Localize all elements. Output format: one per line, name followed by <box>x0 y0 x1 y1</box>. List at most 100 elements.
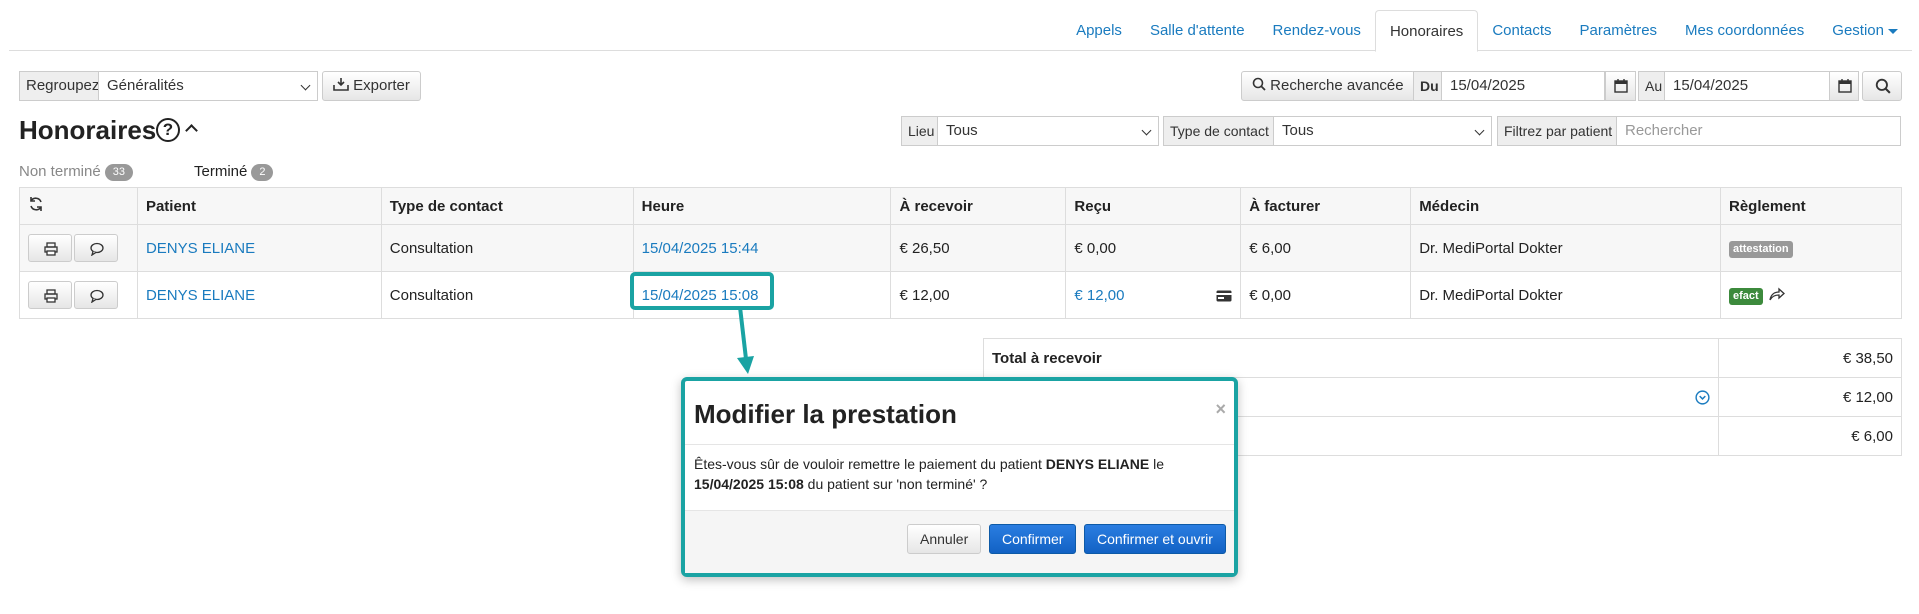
print-button[interactable] <box>28 281 72 309</box>
print-button[interactable] <box>28 234 72 262</box>
group-by-select[interactable]: Généralités <box>98 71 318 101</box>
dialog-divider <box>685 444 1234 445</box>
group-by-label: Regroupez <box>19 71 107 101</box>
refresh-icon <box>30 197 42 211</box>
patient-link[interactable]: DENYS ELIANE <box>146 287 255 304</box>
dialog-title: Modifier la prestation <box>694 399 957 429</box>
to-invoice-cell: € 6,00 <box>1240 224 1412 272</box>
row-actions <box>19 271 138 319</box>
to-calendar-button[interactable] <box>1829 71 1859 101</box>
tab-non-termine-label: Non terminé <box>19 163 101 180</box>
nav-appels[interactable]: Appels <box>1062 10 1136 51</box>
print-icon <box>44 242 58 256</box>
dialog-patient-name: DENYS ELIANE <box>1045 456 1150 472</box>
tab-non-termine[interactable]: Non terminé 33 <box>19 163 133 181</box>
row-actions <box>19 224 138 272</box>
total-amount: € 6,00 <box>1718 416 1902 456</box>
totals-row: Total à recevoir € 38,50 <box>983 338 1902 378</box>
patient-link[interactable]: DENYS ELIANE <box>146 240 255 257</box>
export-button[interactable]: Exporter <box>322 71 421 101</box>
dialog-footer: Annuler Confirmer Confirmer et ouvrir <box>685 510 1234 573</box>
search-button[interactable] <box>1862 71 1902 101</box>
print-icon <box>44 289 58 303</box>
count-badge: 2 <box>251 164 274 181</box>
to-invoice-cell: € 0,00 <box>1240 271 1412 319</box>
export-icon <box>333 78 349 91</box>
fees-table: Patient Type de contact Heure À recevoir… <box>19 187 1903 319</box>
help-icon[interactable]: ? <box>156 118 180 142</box>
chevron-up-icon[interactable] <box>185 124 198 137</box>
highlight-box <box>630 272 774 310</box>
refresh-header[interactable] <box>19 187 138 225</box>
col-contact-type[interactable]: Type de contact <box>380 187 634 225</box>
comment-button[interactable] <box>74 281 118 309</box>
tab-termine[interactable]: Terminé 2 <box>194 163 274 181</box>
advanced-search-button[interactable]: Recherche avancée <box>1241 71 1415 101</box>
calendar-icon <box>1838 79 1852 93</box>
col-to-receive[interactable]: À recevoir <box>890 187 1067 225</box>
caret-down-icon <box>1888 28 1898 34</box>
col-payment[interactable]: Règlement <box>1719 187 1903 225</box>
col-to-invoice[interactable]: À facturer <box>1240 187 1412 225</box>
col-doctor[interactable]: Médecin <box>1410 187 1721 225</box>
chevron-circle-down-icon[interactable] <box>1695 390 1710 405</box>
col-patient[interactable]: Patient <box>136 187 382 225</box>
contact-type-select[interactable]: Tous <box>1273 116 1492 146</box>
comment-icon <box>90 289 104 303</box>
received-link[interactable]: € 12,00 <box>1074 287 1124 304</box>
place-filter-label: Lieu <box>901 116 942 146</box>
dialog-text: le <box>1149 456 1165 472</box>
chevron-down-icon <box>1474 125 1485 136</box>
from-date-input[interactable]: 15/04/2025 <box>1441 71 1605 101</box>
doctor-cell: Dr. MediPortal Dokter <box>1410 271 1721 319</box>
payment-status-badge[interactable]: efact <box>1728 287 1763 305</box>
patient-filter-label: Filtrez par patient <box>1497 116 1620 146</box>
share-icon[interactable] <box>1769 287 1785 301</box>
nav-mes-coordonnees[interactable]: Mes coordonnées <box>1671 10 1818 51</box>
nav-salle-attente[interactable]: Salle d'attente <box>1136 10 1259 51</box>
advanced-search-label: Recherche avancée <box>1270 77 1404 94</box>
search-icon <box>1875 78 1891 94</box>
table-row: DENYS ELIANE Consultation 15/04/2025 15:… <box>19 224 1903 272</box>
pointer-arrow-icon <box>737 306 754 374</box>
nav-honoraires[interactable]: Honoraires <box>1374 10 1479 52</box>
nav-parametres[interactable]: Paramètres <box>1566 10 1672 51</box>
from-calendar-button[interactable] <box>1605 71 1636 101</box>
time-link[interactable]: 15/04/2025 15:44 <box>642 240 759 257</box>
nav-gestion[interactable]: Gestion <box>1818 10 1912 51</box>
to-receive-cell: € 12,00 <box>890 271 1067 319</box>
comment-button[interactable] <box>74 234 118 262</box>
patient-search-input[interactable]: Rechercher <box>1616 116 1901 146</box>
tab-termine-label: Terminé <box>194 163 248 180</box>
close-icon[interactable]: × <box>1215 399 1226 420</box>
page-title: Honoraires <box>19 115 157 145</box>
payment-status-badge[interactable]: attestation <box>1728 240 1793 258</box>
comment-icon <box>90 242 104 256</box>
contact-type-label: Type de contact <box>1163 116 1276 146</box>
to-date-input[interactable]: 15/04/2025 <box>1664 71 1830 101</box>
doctor-cell: Dr. MediPortal Dokter <box>1410 224 1721 272</box>
chevron-down-icon <box>300 80 311 91</box>
dialog-datetime: 15/04/2025 15:08 <box>694 476 804 492</box>
contact-type-value: Tous <box>1282 122 1314 139</box>
col-received[interactable]: Reçu <box>1065 187 1242 225</box>
count-badge: 33 <box>104 164 133 181</box>
table-header-row: Patient Type de contact Heure À recevoir… <box>19 187 1903 225</box>
dialog-message: Êtes-vous sûr de vouloir remettre le pai… <box>694 454 1214 494</box>
credit-card-icon[interactable] <box>1216 290 1232 302</box>
table-row: DENYS ELIANE Consultation 15/04/2025 15:… <box>19 271 1903 319</box>
confirm-and-open-button[interactable]: Confirmer et ouvrir <box>1084 524 1226 554</box>
dialog-text: du patient sur 'non terminé' ? <box>803 476 988 492</box>
nav-rendez-vous[interactable]: Rendez-vous <box>1259 10 1375 51</box>
chevron-down-icon <box>1141 125 1152 136</box>
col-time[interactable]: Heure <box>632 187 892 225</box>
cancel-button[interactable]: Annuler <box>907 524 982 554</box>
group-by-value: Généralités <box>107 77 184 94</box>
nav-contacts[interactable]: Contacts <box>1478 10 1565 51</box>
top-nav: Appels Salle d'attente Rendez-vous Honor… <box>9 10 1912 52</box>
contact-type-cell: Consultation <box>380 271 634 319</box>
place-filter-select[interactable]: Tous <box>937 116 1159 146</box>
received-cell: € 0,00 <box>1065 224 1242 272</box>
total-amount: € 38,50 <box>1718 338 1902 378</box>
confirm-button[interactable]: Confirmer <box>989 524 1077 554</box>
